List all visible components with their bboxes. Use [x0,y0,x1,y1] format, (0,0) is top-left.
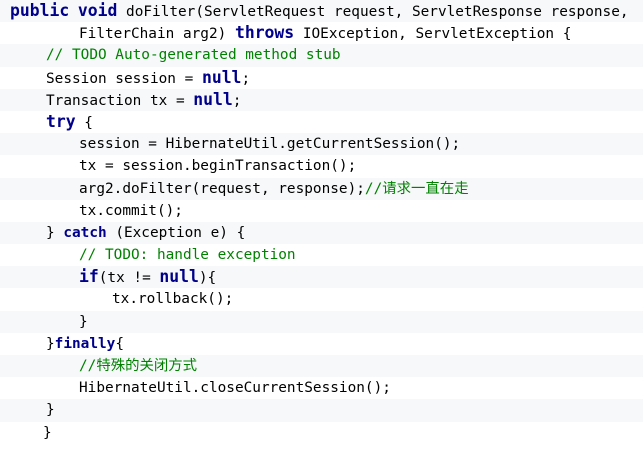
code-line-20: } [0,421,643,444]
keyword-public: public [10,1,70,20]
code-line-7: session = HibernateUtil.getCurrentSessio… [0,133,643,156]
code-text: ){ [198,270,217,287]
code-line-9: arg2.doFilter(request, response);//请求一直在… [0,177,643,200]
code-text: { [75,114,93,131]
code-line-14: tx.rollback(); [0,288,643,311]
code-text: } [46,335,55,352]
code-line-16: }finally{ [0,332,643,355]
code-line-18: HibernateUtil.closeCurrentSession(); [0,377,643,400]
code-text: } [46,224,64,241]
code-text: (tx != [98,270,160,287]
keyword-catch: catch [63,224,107,241]
code-comment: //请求一直在走 [364,180,469,197]
code-text: Session session = [46,70,202,87]
keyword-throws: throws [234,23,295,43]
code-comment: // TODO: handle exception [79,247,296,264]
code-line-10: tx.commit(); [0,199,643,222]
keyword-finally: finally [54,335,116,352]
code-text: Transaction tx = [46,92,194,109]
code-block: public void doFilter(ServletRequest requ… [0,0,643,452]
code-text: doFilter(ServletRequest request, Servlet… [117,4,629,20]
code-line-12: // TODO: handle exception [0,244,643,267]
code-text: FilterChain arg2) [79,26,235,43]
code-text: { [115,335,124,352]
code-line-13: if(tx != null){ [0,266,643,289]
code-line-5: Transaction tx = null; [0,88,643,111]
keyword-null: null [193,89,233,109]
code-line-17: //特殊的关闭方式 [0,355,643,378]
code-comment: //特殊的关闭方式 [79,358,198,374]
code-text: tx.commit(); [79,202,183,219]
code-line-6: try { [0,110,643,134]
code-text: } [46,402,55,419]
code-line-11: } catch (Exception e) { [0,221,643,245]
code-text: tx.rollback(); [112,291,234,308]
keyword-if: if [79,267,99,287]
code-line-1: public void doFilter(ServletRequest requ… [0,0,643,23]
code-text: } [43,424,52,441]
code-text: (Exception e) { [106,224,246,241]
code-text: tx = session.beginTransaction(); [79,158,357,175]
code-line-2: FilterChain arg2) throws IOException, Se… [0,22,643,45]
code-line-19: } [0,399,643,422]
code-text: ; [241,70,251,87]
code-text: HibernateUtil.closeCurrentSession(); [79,380,391,397]
code-line-15: } [0,310,643,333]
keyword-try: try [46,111,76,131]
code-line-8: tx = session.beginTransaction(); [0,155,643,178]
code-text: ; [232,92,242,109]
code-line-3: // TODO Auto-generated method stub [0,44,643,67]
keyword-void: void [77,1,118,20]
code-comment: // TODO Auto-generated method stub [46,47,341,64]
code-line-4: Session session = null; [0,66,643,89]
code-text: } [79,313,88,330]
code-text: arg2.doFilter(request, response); [79,180,365,197]
code-text: IOException, ServletException { [294,26,572,43]
keyword-null: null [201,67,242,87]
code-text: session = HibernateUtil.getCurrentSessio… [79,136,461,153]
keyword-null: null [159,267,199,287]
